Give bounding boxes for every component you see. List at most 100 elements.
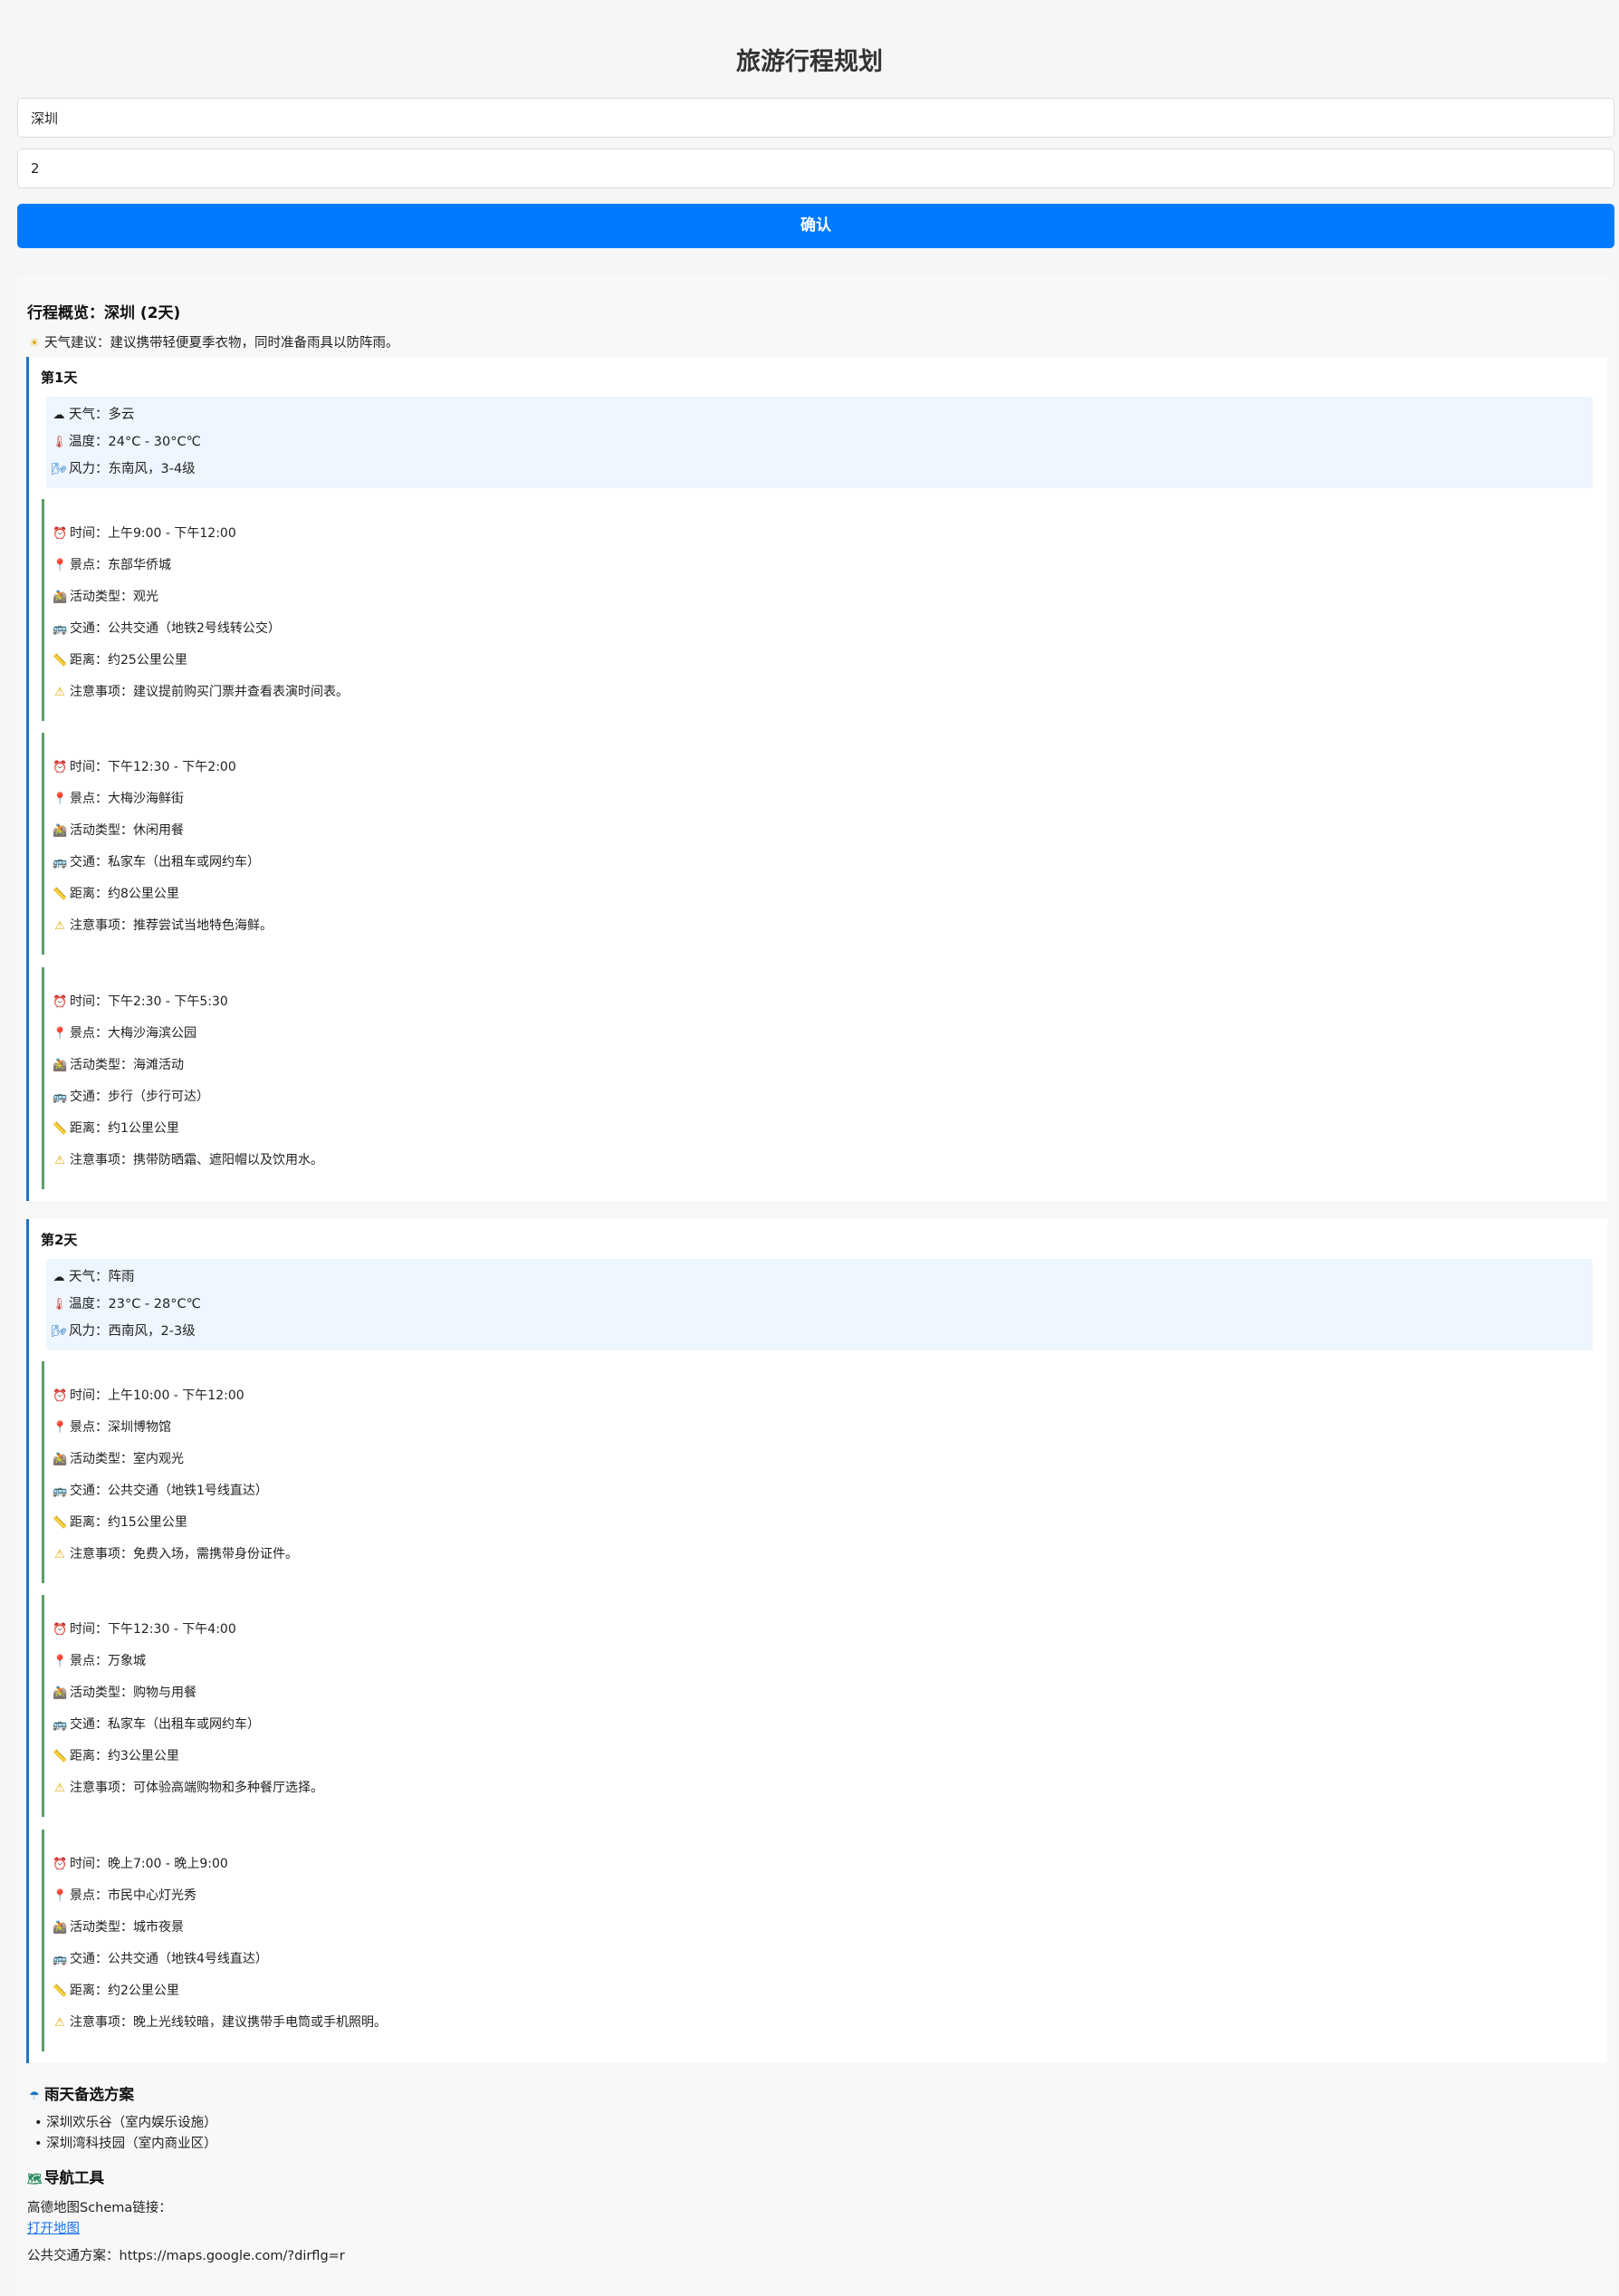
- activity-note-text: 注意事项：建议提前购买门票并查看表演时间表。: [70, 685, 349, 699]
- activity-type-text: 活动类型：休闲用餐: [70, 823, 184, 838]
- activity-transport-text: 交通：公共交通（地铁4号线直达）: [70, 1952, 268, 1966]
- bus-icon: 🚌: [53, 856, 68, 869]
- weather-wind-text: 风力：西南风，2-3级: [69, 1324, 196, 1339]
- activity-distance-text: 距离：约3公里公里: [70, 1749, 179, 1763]
- activity-time-text: 时间：上午9:00 - 下午12:00: [70, 526, 236, 541]
- pin-icon: 📍: [53, 1421, 68, 1435]
- weather-wind-text: 风力：东南风，3-4级: [69, 462, 196, 476]
- days-input[interactable]: [17, 149, 1614, 188]
- activity-time-text: 时间：下午12:30 - 下午2:00: [70, 760, 236, 774]
- day-card: 第1天 ☁ 天气：多云 🌡 温度：24°C - 30°C℃ 🌬 风力：东南风，3-4级…: [26, 357, 1607, 1201]
- alarm-clock-icon: ⏰: [53, 1389, 68, 1403]
- wind-icon: 🌬: [52, 463, 67, 476]
- schema-label: 高德地图Schema链接：: [27, 2201, 172, 2215]
- activity-type-text: 活动类型：购物与用餐: [70, 1686, 196, 1700]
- bus-icon: 🚌: [53, 1718, 68, 1732]
- activity-card: ⏰ 时间：下午12:30 - 下午2:00 📍 景点：大梅沙海鲜街 🚵 活动类型：休闲…: [42, 733, 1584, 955]
- activity-type: 🚵 活动类型：观光: [53, 587, 158, 605]
- activity-time: ⏰ 时间：下午2:30 - 下午5:30: [53, 992, 228, 1010]
- activity-time-text: 时间：晚上7:00 - 晚上9:00: [70, 1857, 228, 1871]
- activity-note: ⚠ 注意事项：可体验高端购物和多种餐厅选择。: [53, 1778, 323, 1796]
- weather-tip-text: 天气建议：建议携带轻便夏季衣物，同时准备雨具以防阵雨。: [44, 336, 399, 351]
- activity-note: ⚠ 注意事项：晚上光线较暗，建议携带手电筒或手机照明。: [53, 2013, 387, 2031]
- warning-icon: ⚠: [54, 919, 65, 933]
- activity-note: ⚠ 注意事项：推荐尝试当地特色海鲜。: [53, 916, 273, 934]
- activity-card: ⏰ 时间：下午2:30 - 下午5:30 📍 景点：大梅沙海滨公园 🚵 活动类型：海滩…: [42, 967, 1584, 1189]
- activity-time: ⏰ 时间：上午9:00 - 下午12:00: [53, 524, 236, 542]
- weather-tip: ☀ 天气建议：建议携带轻便夏季衣物，同时准备雨具以防阵雨。: [27, 332, 399, 351]
- activity-time-text: 时间：上午10:00 - 下午12:00: [70, 1388, 244, 1403]
- activity-type: 🚵 活动类型：海滩活动: [53, 1055, 184, 1073]
- cloud-icon: ☁: [53, 408, 65, 422]
- alarm-clock-icon: ⏰: [53, 761, 68, 774]
- activity-note-text: 注意事项：携带防晒霜、遮阳帽以及饮用水。: [70, 1153, 323, 1167]
- activity-transport: 🚌 交通：公共交通（地铁4号线直达）: [53, 1949, 268, 1967]
- alarm-clock-icon: ⏰: [53, 1623, 68, 1637]
- sun-icon: ☀: [29, 337, 40, 351]
- ruler-icon: 📏: [53, 888, 68, 901]
- activity-spot: 📍 景点：东部华侨城: [53, 555, 171, 573]
- activity-type-text: 活动类型：观光: [70, 590, 158, 604]
- weather-condition: ☁ 天气：多云: [52, 404, 135, 423]
- day-label: 第1天: [41, 370, 78, 386]
- rain-plan-item-text: 深圳欢乐谷（室内娱乐设施）: [46, 2116, 217, 2130]
- activity-transport-text: 交通：私家车（出租车或网约车）: [70, 855, 260, 869]
- activity-distance: 📏 距离：约3公里公里: [53, 1746, 179, 1764]
- ruler-icon: 📏: [53, 1984, 68, 1998]
- rain-plan-item: • 深圳湾科技园（室内商业区）: [34, 2137, 217, 2151]
- activity-transport: 🚌 交通：公共交通（地铁1号线直达）: [53, 1481, 268, 1499]
- activity-transport-text: 交通：公共交通（地铁1号线直达）: [70, 1484, 268, 1498]
- umbrella-icon: ☂: [29, 2089, 40, 2103]
- open-map-link[interactable]: 打开地图: [27, 2218, 80, 2237]
- activity-distance-text: 距离：约2公里公里: [70, 1984, 179, 1998]
- pin-icon: 📍: [53, 1027, 68, 1041]
- activity-distance: 📏 距离：约25公里公里: [53, 650, 187, 668]
- navigation-title: 🗺 导航工具: [27, 2166, 104, 2187]
- alarm-clock-icon: ⏰: [53, 527, 68, 541]
- activity-spot-text: 景点：大梅沙海鲜街: [70, 792, 184, 806]
- activity-spot-text: 景点：万象城: [70, 1654, 146, 1668]
- thermometer-icon: 🌡: [52, 1298, 67, 1311]
- map-icon: 🗺: [27, 2173, 43, 2186]
- activity-type: 🚵 活动类型：购物与用餐: [53, 1683, 196, 1701]
- rain-plan-title: ☂ 雨天备选方案: [27, 2082, 134, 2104]
- activity-distance-text: 距离：约25公里公里: [70, 653, 187, 668]
- activity-distance: 📏 距离：约1公里公里: [53, 1119, 179, 1137]
- activity-spot-text: 景点：东部华侨城: [70, 558, 171, 572]
- day-label: 第2天: [41, 1232, 78, 1248]
- activity-time: ⏰ 时间：下午12:30 - 下午2:00: [53, 757, 236, 775]
- activity-type: 🚵 活动类型：室内观光: [53, 1449, 184, 1467]
- page-title: 旅游行程规划: [736, 48, 883, 76]
- warning-icon: ⚠: [54, 686, 65, 699]
- day-card: 第2天 ☁ 天气：阵雨 🌡 温度：23°C - 28°C℃ 🌬 风力：西南风，2-3级…: [26, 1219, 1607, 2063]
- weather-temperature: 🌡 温度：24°C - 30°C℃: [52, 431, 201, 450]
- pin-icon: 📍: [53, 559, 68, 572]
- wind-icon: 🌬: [52, 1325, 67, 1339]
- bus-icon: 🚌: [53, 622, 68, 636]
- activity-time-text: 时间：下午12:30 - 下午4:00: [70, 1622, 236, 1637]
- warning-icon: ⚠: [54, 1548, 65, 1561]
- activity-type-text: 活动类型：海滩活动: [70, 1058, 184, 1072]
- rain-plan-title-text: 雨天备选方案: [44, 2086, 134, 2103]
- activity-card: ⏰ 时间：上午10:00 - 下午12:00 📍 景点：深圳博物馆 🚵 活动类型：室内…: [42, 1361, 1584, 1583]
- overview-title: 行程概览：深圳 (2天): [27, 304, 181, 322]
- activity-type-text: 活动类型：城市夜景: [70, 1920, 184, 1935]
- activity-distance-text: 距离：约15公里公里: [70, 1515, 187, 1530]
- activity-card: ⏰ 时间：下午12:30 - 下午4:00 📍 景点：万象城 🚵 活动类型：购物与用餐…: [42, 1595, 1584, 1817]
- city-input[interactable]: [17, 98, 1614, 138]
- activity-icon: 🚵: [53, 1059, 68, 1072]
- activity-note-text: 注意事项：免费入场，需携带身份证件。: [70, 1547, 298, 1561]
- confirm-button[interactable]: 确认: [17, 204, 1614, 248]
- activity-distance-text: 距离：约1公里公里: [70, 1121, 179, 1136]
- activity-time: ⏰ 时间：下午12:30 - 下午4:00: [53, 1619, 236, 1638]
- activity-icon: 🚵: [53, 1921, 68, 1935]
- activity-spot-text: 景点：深圳博物馆: [70, 1420, 171, 1435]
- pin-icon: 📍: [53, 1889, 68, 1903]
- activity-distance: 📏 距离：约8公里公里: [53, 884, 179, 902]
- weather-condition-text: 天气：阵雨: [69, 1270, 135, 1284]
- alarm-clock-icon: ⏰: [53, 1858, 68, 1871]
- activity-note: ⚠ 注意事项：建议提前购买门票并查看表演时间表。: [53, 682, 349, 700]
- activity-note-text: 注意事项：晚上光线较暗，建议携带手电筒或手机照明。: [70, 2015, 387, 2030]
- rain-plan-item-text: 深圳湾科技园（室内商业区）: [46, 2137, 217, 2151]
- activity-note: ⚠ 注意事项：携带防晒霜、遮阳帽以及饮用水。: [53, 1150, 323, 1168]
